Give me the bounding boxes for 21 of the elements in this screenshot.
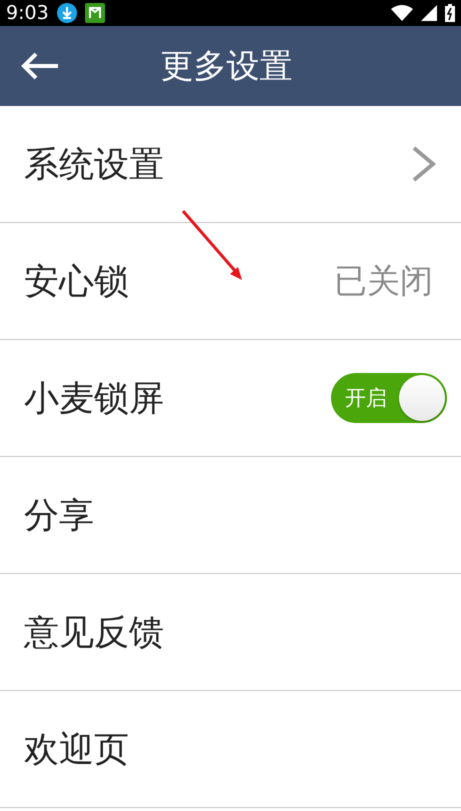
row-label: 欢迎页 [24, 728, 130, 772]
row-label: 安心锁 [24, 260, 130, 304]
settings-row[interactable]: 系统设置 [0, 106, 461, 223]
back-button[interactable] [20, 51, 60, 81]
battery-icon [445, 4, 455, 22]
settings-row[interactable]: 分享 [0, 457, 461, 574]
page-title: 更多设置 [160, 44, 294, 86]
download-icon [56, 3, 77, 23]
wifi-icon [391, 5, 413, 21]
row-label: 意见反馈 [24, 612, 165, 654]
row-label: 系统设置 [24, 144, 165, 186]
app-icon [84, 3, 105, 23]
settings-row[interactable]: 欢迎页 [0, 691, 461, 808]
settings-row[interactable]: 意见反馈 [0, 574, 461, 691]
row-label: 小麦锁屏 [24, 378, 165, 420]
row-label: 分享 [24, 494, 95, 538]
status-time: 9:03 [6, 2, 49, 24]
settings-row[interactable]: 小麦锁屏 开启 [0, 340, 461, 457]
chevron-icon [411, 146, 437, 182]
signal-icon [421, 5, 437, 21]
status-value: 已关闭 [334, 260, 433, 302]
